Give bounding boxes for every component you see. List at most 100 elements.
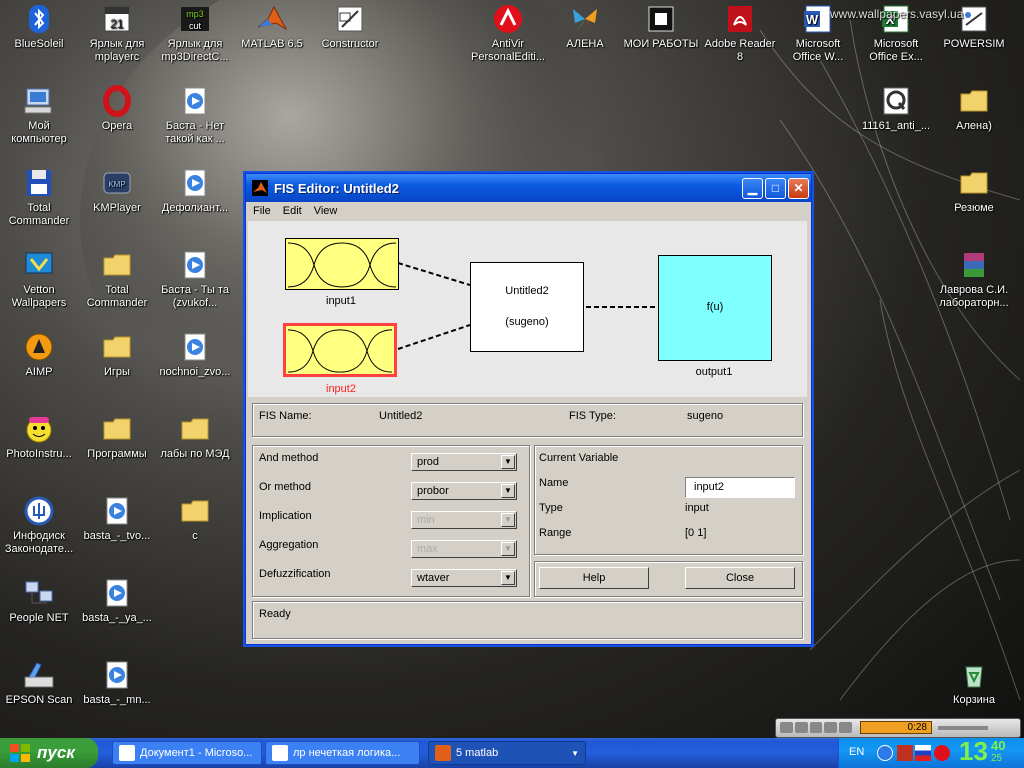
desktop-icon-antivir[interactable]: AntiVir PersonalEditi... xyxy=(469,3,547,64)
help-button[interactable]: Help xyxy=(539,567,649,589)
desktop-icon-c[interactable]: c xyxy=(156,495,234,543)
close-button[interactable]: Close xyxy=(685,567,795,589)
desktop-icon-epson-scan[interactable]: EPSON Scan xyxy=(0,659,78,707)
variable-name-input[interactable]: input2 xyxy=(685,477,795,498)
desktop-icon-people-net[interactable]: People NET xyxy=(0,577,78,625)
media-player-bar[interactable]: 0:28 xyxy=(775,718,1021,738)
maximize-button[interactable]: □ xyxy=(765,177,786,199)
desktop-icon-alena-folder[interactable]: Алена) xyxy=(935,85,1013,133)
desktop-icon-basta-net[interactable]: Баста - Нет такой как ... xyxy=(156,85,234,146)
antivir-tray-icon[interactable] xyxy=(934,745,950,761)
pause-icon[interactable] xyxy=(809,722,823,733)
menu-edit[interactable]: Edit xyxy=(283,205,302,217)
desktop-icon-mp3directcut[interactable]: mp3 cut Ярлык для mp3DirectC... xyxy=(156,3,234,64)
mp3cut-icon: mp3 cut xyxy=(179,3,211,35)
language-indicator[interactable]: EN xyxy=(849,746,864,758)
task-word-2[interactable]: лр нечеткая логика... xyxy=(265,741,420,765)
or-method-select[interactable]: probor ▼ xyxy=(411,482,517,500)
desktop-icon-opera[interactable]: Opera xyxy=(78,85,156,133)
task-matlab[interactable]: 5 matlab ▼ xyxy=(428,741,586,765)
start-button[interactable]: пуск xyxy=(0,738,98,768)
status-text: Ready xyxy=(259,608,291,620)
desktop-icon-label: Мой компьютер xyxy=(11,120,67,145)
desktop-icon-games[interactable]: Игры xyxy=(78,331,156,379)
desktop-icon-mplayerc[interactable]: 21 Ярлык для mplayerc xyxy=(78,3,156,64)
input1-mf-box[interactable] xyxy=(285,238,399,290)
desktop-icon-constructor[interactable]: Constructor xyxy=(311,3,389,51)
desktop-icon-my-computer[interactable]: Мой компьютер xyxy=(0,85,78,146)
fis-name-label: FIS Name: xyxy=(259,410,312,422)
window-titlebar[interactable]: FIS Editor: Untitled2 ▁ □ ✕ xyxy=(246,174,811,202)
variable-name-label: Name xyxy=(539,477,569,489)
menu-file[interactable]: File xyxy=(253,205,271,217)
next-icon[interactable] xyxy=(839,722,852,733)
desktop-icon-label: KMPlayer xyxy=(93,202,141,214)
desktop-icon-vetton[interactable]: Vetton Wallpapers xyxy=(0,249,78,310)
desktop-icon-bluesoleil[interactable]: BlueSoleil xyxy=(0,3,78,51)
desktop-icon-laby-med[interactable]: лабы по МЭД xyxy=(156,413,234,461)
scanner-icon xyxy=(23,659,55,691)
status-panel: Ready xyxy=(252,601,803,639)
fis-editor-window: FIS Editor: Untitled2 ▁ □ ✕ File Edit Vi… xyxy=(245,173,812,645)
play-icon[interactable] xyxy=(794,722,808,733)
recycle-bin-icon xyxy=(958,659,990,691)
word-icon xyxy=(119,745,135,761)
desktop-icon-label: People NET xyxy=(9,612,69,624)
desktop-icon-total-commander[interactable]: Total Commander xyxy=(0,167,78,228)
desktop-icon-aimp[interactable]: AIMP xyxy=(0,331,78,379)
desktop-icon-infodisk[interactable]: Инфодиск Законодате... xyxy=(0,495,78,556)
desktop-icon-label: POWERSIM xyxy=(943,38,1005,50)
desktop-icon-11161-anti[interactable]: 11161_anti_... xyxy=(857,85,935,133)
tray-app-icon[interactable] xyxy=(897,745,913,761)
butterfly-icon xyxy=(569,3,601,35)
task-word[interactable]: Документ1 - Microso... xyxy=(112,741,262,765)
fis-type-value: sugeno xyxy=(687,410,724,422)
folder-icon xyxy=(958,167,990,199)
output1-box[interactable]: f(u) xyxy=(658,255,772,361)
stop-icon[interactable] xyxy=(824,722,838,733)
desktop-icon-rezume[interactable]: Резюме xyxy=(935,167,1013,215)
desktop-icon-adobe-reader[interactable]: Adobe Reader 8 xyxy=(701,3,779,64)
desktop-icon-label: Constructor xyxy=(321,38,379,50)
desktop-icon-basta-ya[interactable]: basta_-_ya_... xyxy=(78,577,156,625)
flag-tray-icon[interactable] xyxy=(915,745,931,761)
minimize-icon: ▁ xyxy=(747,181,758,195)
desktop-icon-label: АЛЕНА xyxy=(566,38,604,50)
desktop-icon-total-commander-folder[interactable]: Total Commander xyxy=(78,249,156,310)
desktop-icon-label: c xyxy=(192,530,198,542)
desktop-icon-label: Total Commander xyxy=(86,284,148,309)
volume-slider[interactable] xyxy=(938,726,988,730)
desktop-icon-photoinstrument[interactable]: PhotoInstru... xyxy=(0,413,78,461)
minimize-button[interactable]: ▁ xyxy=(742,177,763,199)
desktop-icon-basta-tvo[interactable]: basta_-_tvo... xyxy=(78,495,156,543)
desktop-icon-label: Лаврова С.И. лабораторн... xyxy=(939,284,1009,309)
player-time-display: 0:28 xyxy=(860,721,932,734)
desktop-icon-programs[interactable]: Программы xyxy=(78,413,156,461)
desktop-icon-nochnoi[interactable]: nochnoi_zvo... xyxy=(156,331,234,379)
desktop-icon-alena[interactable]: АЛЕНА xyxy=(546,3,624,51)
input2-mf-box[interactable] xyxy=(283,323,397,377)
desktop-icon-moi-raboty[interactable]: МОИ РАБОТЫ xyxy=(622,3,700,51)
chevron-down-icon: ▼ xyxy=(501,484,515,498)
works-icon xyxy=(645,3,677,35)
desktop-icon-label: Total Commander xyxy=(8,202,70,227)
maximize-icon: □ xyxy=(771,181,780,195)
close-window-button[interactable]: ✕ xyxy=(788,177,809,199)
prev-icon[interactable] xyxy=(780,722,793,733)
desktop-icon-lavrova[interactable]: Лаврова С.И. лабораторн... xyxy=(935,249,1013,310)
desktop-icon-recycle-bin[interactable]: Корзина xyxy=(935,659,1013,707)
player-controls[interactable] xyxy=(780,722,852,733)
desktop-icon-basta-ty[interactable]: Баста - Ты та (zvukof... xyxy=(156,249,234,310)
and-method-select[interactable]: prod ▼ xyxy=(411,453,517,471)
word-icon xyxy=(272,745,288,761)
desktop-icon-defoliant[interactable]: Дефолиант... xyxy=(156,167,234,215)
defuzzification-select[interactable]: wtaver ▼ xyxy=(411,569,517,587)
desktop-icon-matlab[interactable]: MATLAB 6.5 xyxy=(233,3,311,51)
desktop-icon-label: МОИ РАБОТЫ xyxy=(623,38,699,50)
desktop-icon-kmplayer[interactable]: KMP KMPlayer xyxy=(78,167,156,215)
help-tray-icon[interactable] xyxy=(877,745,893,761)
system-name: Untitled2 xyxy=(505,285,549,297)
menu-view[interactable]: View xyxy=(314,205,338,217)
system-box[interactable]: Untitled2 (sugeno) xyxy=(470,262,584,352)
desktop-icon-basta-mn[interactable]: basta_-_mn... xyxy=(78,659,156,707)
